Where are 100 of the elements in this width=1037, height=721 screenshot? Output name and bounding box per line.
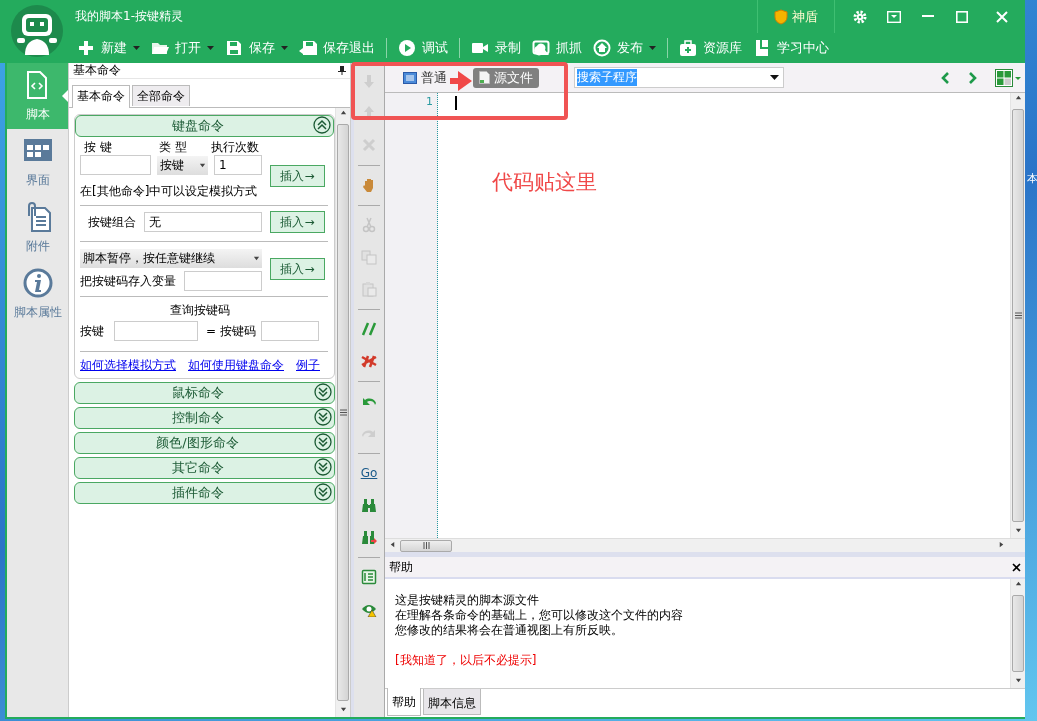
plus-icon <box>77 39 95 57</box>
down-arrow-icon[interactable] <box>1014 677 1022 684</box>
view-tab[interactable]: 普通 <box>397 67 453 88</box>
view-tab[interactable]: 源文件 <box>473 67 539 88</box>
scrollbar[interactable] <box>1010 93 1025 538</box>
field-label: 按键 <box>80 322 105 340</box>
up-arrow-icon[interactable] <box>1014 580 1022 587</box>
capture-icon <box>532 39 550 57</box>
nav-item[interactable]: 脚本属性 <box>7 261 68 327</box>
annotation-arrow <box>450 71 472 91</box>
help-link[interactable]: 如何选择模拟方式 <box>80 357 176 374</box>
left-arrow-icon[interactable] <box>389 540 396 548</box>
help-text: 这是按键精灵的脚本源文件 <box>395 593 539 608</box>
combo-field[interactable]: 无 <box>144 212 262 232</box>
expand-icon[interactable] <box>314 382 332 401</box>
shield-icon <box>774 8 788 25</box>
down-arrow-icon[interactable] <box>199 161 206 169</box>
uncomment-icon[interactable] <box>361 353 377 369</box>
expand-icon[interactable] <box>314 457 332 476</box>
type-select[interactable]: 按键 <box>157 155 208 175</box>
section-header[interactable]: 其它命令 <box>74 457 335 479</box>
field-label: 按键组合 <box>87 213 137 231</box>
expand-icon[interactable] <box>314 407 332 426</box>
count-field[interactable]: 1 <box>214 155 262 175</box>
caret-icon <box>281 46 288 50</box>
insert-button[interactable]: 插入→ <box>270 258 325 280</box>
key-code-field[interactable] <box>261 321 319 341</box>
play-icon <box>398 39 416 57</box>
info-icon <box>22 267 53 298</box>
caret-icon <box>649 46 656 50</box>
dismiss-link[interactable]: [我知道了，以后不必提示] <box>395 653 537 668</box>
section-header[interactable]: 鼠标命令 <box>74 382 335 404</box>
expand-icon[interactable] <box>314 482 332 501</box>
book-icon <box>753 39 771 57</box>
down-arrow-icon[interactable] <box>339 706 347 713</box>
kit-icon <box>679 39 697 57</box>
settings-icon <box>853 9 867 24</box>
right-arrow-icon[interactable] <box>998 540 1005 548</box>
caret-icon <box>133 46 140 50</box>
layout-icon[interactable] <box>995 68 1021 87</box>
nav-item[interactable]: 界面 <box>7 129 68 195</box>
section-header[interactable]: 颜色/图形命令 <box>74 432 335 454</box>
file-icon <box>479 71 490 84</box>
field-label: 执行次数 <box>211 138 259 156</box>
find-icon[interactable] <box>361 497 377 513</box>
section-header[interactable]: 插件命令 <box>74 482 335 504</box>
grip-icon <box>422 542 430 549</box>
publish-icon <box>593 39 611 57</box>
tab[interactable]: 帮助 <box>387 688 421 716</box>
hint-text: 在[其他命令]中可以设定模拟方式 <box>80 183 259 200</box>
tab[interactable]: 全部命令 <box>132 85 190 106</box>
section-header[interactable]: 控制命令 <box>74 407 335 429</box>
tab[interactable]: 脚本信息 <box>423 689 481 715</box>
selection-notch <box>62 90 68 102</box>
help-link[interactable]: 如何使用键盘命令 <box>188 357 284 374</box>
scrollbar[interactable] <box>1010 579 1025 688</box>
window-title: 我的脚本1-按键精灵 <box>75 8 184 25</box>
insert-button[interactable]: 插入→ <box>270 165 325 187</box>
caret-icon <box>770 75 779 80</box>
back-icon[interactable] <box>941 71 950 84</box>
help-text: 您修改的结果将会在普通视图上有所反映。 <box>395 623 623 638</box>
maximize-icon <box>956 10 968 23</box>
horizontal-scrollbar[interactable] <box>385 538 1025 552</box>
variable-field[interactable] <box>184 271 262 291</box>
expand-icon[interactable] <box>314 432 332 451</box>
up-arrow-icon[interactable] <box>1014 94 1022 101</box>
pin-icon[interactable] <box>338 66 346 75</box>
key-field[interactable] <box>80 155 151 175</box>
query-key-field[interactable] <box>114 321 198 341</box>
down-arrow-icon[interactable] <box>253 255 260 262</box>
list-icon[interactable] <box>361 569 377 585</box>
field-label: 类 型 <box>158 138 188 156</box>
section-header[interactable]: 键盘命令 <box>75 115 334 137</box>
floppy-exit-icon <box>299 39 317 57</box>
desktop-text: 本 <box>1027 171 1037 186</box>
annotation-text: 代码贴这里 <box>492 169 597 196</box>
floppy-icon <box>225 39 243 57</box>
help-text: 在理解各条命令的基础上，您可以修改这个文件的内容 <box>395 608 683 623</box>
pause-select[interactable]: 脚本暂停，按任意键继续 <box>80 249 262 268</box>
tab[interactable]: 基本命令 <box>72 85 130 108</box>
up-arrow-icon[interactable] <box>339 109 347 116</box>
dropdown-box-icon <box>887 10 901 23</box>
panel-title: 基本命令 <box>73 62 121 79</box>
document-icon <box>403 71 417 84</box>
close-icon[interactable] <box>1012 562 1021 572</box>
forward-icon[interactable] <box>968 71 977 84</box>
go-button[interactable]: Go <box>360 466 378 480</box>
field-label: 按 键 <box>83 138 113 156</box>
down-arrow-icon[interactable] <box>1014 527 1022 534</box>
insert-button[interactable]: 插入→ <box>270 211 325 233</box>
robot-logo <box>11 5 63 57</box>
collapse-icon[interactable] <box>313 115 331 134</box>
scrollbar[interactable] <box>335 108 350 717</box>
nav-item[interactable]: 附件 <box>7 195 68 261</box>
comment-icon[interactable] <box>361 321 377 337</box>
find-next-icon[interactable] <box>361 529 377 545</box>
field-label: = 按键码 <box>206 322 257 340</box>
grip-icon <box>1014 312 1022 319</box>
help-link[interactable]: 例子 <box>296 357 320 374</box>
minimize-icon <box>922 15 934 18</box>
